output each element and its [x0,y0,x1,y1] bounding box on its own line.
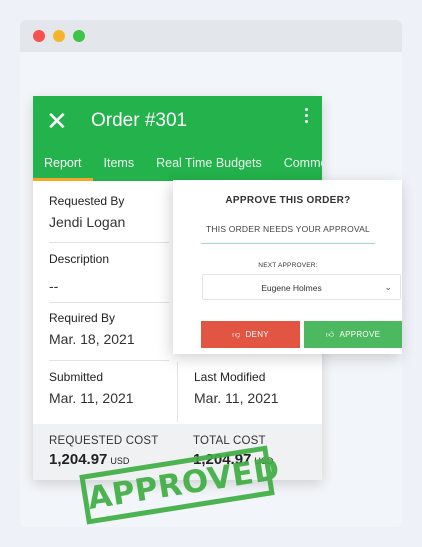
order-tabs: Report Items Real Time Budgets Comments [33,150,322,181]
deny-label: DENY [245,330,269,339]
requested-by-value: Jendi Logan [49,214,126,230]
thumbs-down-icon: 👎︎ [232,329,241,339]
approve-label: APPROVE [339,330,381,339]
maximize-window-button[interactable] [73,30,85,42]
thumbs-up-icon: 👍︎ [325,329,335,339]
column-divider [177,362,178,422]
requested-cost-label: REQUESTED COST [49,435,159,447]
dialog-subtitle: THIS ORDER NEEDS YOUR APPROVAL [206,224,370,234]
description-value: -- [49,278,59,294]
requested-by-field: Requested By Jendi Logan [49,194,167,230]
next-approver-label: NEXT APPROVER: [258,262,318,269]
window-titlebar [20,20,402,52]
submitted-value: Mar. 11, 2021 [49,390,134,406]
requested-by-label: Requested By [49,194,125,208]
deny-button[interactable]: 👎︎ DENY [201,321,300,348]
minimize-window-button[interactable] [53,30,65,42]
last-modified-value: Mar. 11, 2021 [194,390,279,406]
submitted-field: Submitted Mar. 11, 2021 [49,370,167,406]
requested-cost: REQUESTED COST 1,204.97 USD [49,435,159,468]
description-label: Description [49,252,110,266]
tab-report[interactable]: Report [33,150,93,181]
last-modified-field: Last Modified Mar. 11, 2021 [194,370,312,406]
tab-comments[interactable]: Comments [273,150,322,181]
more-options-icon[interactable] [305,108,308,123]
submitted-label: Submitted [49,370,104,384]
last-modified-label: Last Modified [194,370,266,384]
dialog-title: APPROVE THIS ORDER? [225,195,351,206]
chevron-down-icon: ⌄ [384,282,392,292]
approve-button[interactable]: 👍︎ APPROVE [304,321,402,348]
requested-cost-currency: USD [110,456,130,466]
order-header: ✕ Order #301 Report Items Real Time Budg… [33,96,322,181]
next-approver-select[interactable]: Eugene Holmes ⌄ [202,274,401,300]
description-field: Description -- [49,252,167,294]
next-approver-value: Eugene Holmes [261,283,322,293]
close-icon[interactable]: ✕ [46,108,68,134]
close-window-button[interactable] [33,30,45,42]
tab-real-time-budgets[interactable]: Real Time Budgets [145,150,273,181]
divider [49,360,169,361]
divider [49,302,169,303]
subtitle-underline [201,243,375,244]
approve-order-dialog: APPROVE THIS ORDER? THIS ORDER NEEDS YOU… [173,180,402,354]
requested-cost-amount: 1,204.97 [49,451,108,468]
tab-items[interactable]: Items [93,150,146,181]
divider [49,242,169,243]
order-title: Order #301 [91,110,188,131]
